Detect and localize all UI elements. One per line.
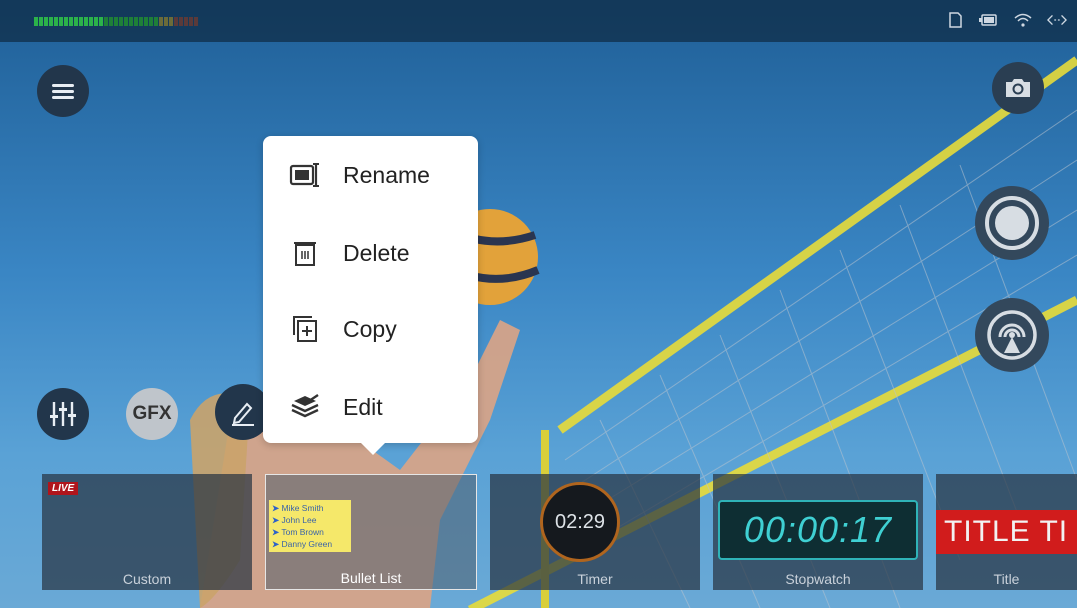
- trash-icon: [288, 238, 322, 268]
- thumbnail-label: Title: [993, 571, 1020, 587]
- meter-segment: [54, 17, 58, 26]
- wifi-icon: [1013, 10, 1033, 30]
- thumbnail-timer[interactable]: 02:29 Timer: [490, 474, 700, 590]
- meter-segment: [44, 17, 48, 26]
- meter-segment: [99, 17, 103, 26]
- timer-preview: 02:29: [540, 482, 620, 562]
- context-menu: Rename Delete Copy Edit: [263, 136, 478, 455]
- meter-segment: [59, 17, 63, 26]
- thumbnail-bullet-list[interactable]: ➤ Mike Smith ➤ John Lee ➤ Tom Brown ➤ Da…: [265, 474, 477, 590]
- meter-segment: [74, 17, 78, 26]
- meter-segment: [189, 17, 193, 26]
- record-button[interactable]: [975, 186, 1049, 260]
- meter-segment: [104, 17, 108, 26]
- meter-segment: [194, 17, 198, 26]
- record-icon: [985, 196, 1039, 250]
- meter-segment: [179, 17, 183, 26]
- title-preview: TITLE TI: [936, 510, 1077, 554]
- edit-layers-icon: [288, 392, 322, 422]
- meter-segment: [159, 17, 163, 26]
- menu-item-label: Edit: [343, 393, 383, 420]
- thumbnail-label: Stopwatch: [785, 571, 851, 587]
- meter-segment: [69, 17, 73, 26]
- meter-segment: [79, 17, 83, 26]
- thumbnail-label: Custom: [122, 571, 172, 587]
- meter-segment: [139, 17, 143, 26]
- bullet-item: ➤ Tom Brown: [272, 527, 324, 537]
- thumbnail-label: Timer: [577, 571, 613, 587]
- meter-segment: [84, 17, 88, 26]
- meter-segment: [109, 17, 113, 26]
- pencil-icon: [232, 402, 254, 426]
- thumbnail-title[interactable]: TITLE TI Title: [936, 474, 1077, 590]
- gfx-label: GFX: [132, 403, 172, 424]
- menu-item-edit[interactable]: Edit: [263, 377, 478, 437]
- menu-item-copy[interactable]: Copy: [263, 299, 478, 359]
- title-preview-text: TITLE TI: [944, 515, 1069, 548]
- copy-icon: [288, 314, 322, 344]
- status-icons: [945, 10, 1067, 30]
- thumbnail-custom[interactable]: LIVE Custom: [42, 474, 252, 590]
- rename-icon: [288, 160, 322, 190]
- menu-item-label: Delete: [343, 239, 410, 266]
- snapshot-button[interactable]: [992, 62, 1044, 114]
- meter-segment: [184, 17, 188, 26]
- stream-button[interactable]: [975, 298, 1049, 372]
- gfx-button[interactable]: GFX: [126, 388, 178, 440]
- menu-item-delete[interactable]: Delete: [263, 223, 478, 283]
- meter-segment: [144, 17, 148, 26]
- bullet-item: ➤ Mike Smith: [272, 503, 324, 513]
- broadcast-icon: [987, 310, 1037, 360]
- bullet-list-preview: ➤ Mike Smith ➤ John Lee ➤ Tom Brown ➤ Da…: [269, 500, 351, 552]
- thumbnail-stopwatch[interactable]: 00:00:17 Stopwatch: [713, 474, 923, 590]
- connection-icon: [1047, 10, 1067, 30]
- menu-button[interactable]: [37, 65, 89, 117]
- meter-segment: [89, 17, 93, 26]
- meter-segment: [174, 17, 178, 26]
- sliders-icon: [50, 402, 76, 426]
- meter-segment: [154, 17, 158, 26]
- audio-mixer-button[interactable]: [37, 388, 89, 440]
- meter-segment: [134, 17, 138, 26]
- audio-level-meter: [34, 17, 199, 26]
- timer-value: 02:29: [554, 510, 606, 533]
- camera-icon: [1006, 79, 1030, 97]
- meter-segment: [114, 17, 118, 26]
- meter-segment: [149, 17, 153, 26]
- menu-item-label: Copy: [343, 315, 397, 342]
- bullet-item: ➤ Danny Green: [272, 539, 333, 549]
- thumbnail-label: Bullet List: [340, 570, 402, 586]
- meter-segment: [34, 17, 38, 26]
- camera-preview: GFX Rename Delete Copy Edit LIVE Custom …: [0, 0, 1077, 608]
- meter-segment: [169, 17, 173, 26]
- stopwatch-preview: 00:00:17: [718, 500, 918, 560]
- meter-segment: [64, 17, 68, 26]
- meter-segment: [39, 17, 43, 26]
- battery-icon: [979, 10, 999, 30]
- status-bar: [0, 0, 1077, 42]
- stopwatch-value: 00:00:17: [743, 509, 893, 550]
- menu-item-label: Rename: [343, 161, 430, 188]
- meter-segment: [124, 17, 128, 26]
- live-badge: LIVE: [48, 482, 79, 495]
- bullet-item: ➤ John Lee: [272, 515, 317, 525]
- menu-item-rename[interactable]: Rename: [263, 145, 478, 205]
- meter-segment: [49, 17, 53, 26]
- hamburger-icon: [52, 81, 74, 102]
- meter-segment: [94, 17, 98, 26]
- meter-segment: [129, 17, 133, 26]
- meter-segment: [119, 17, 123, 26]
- sd-card-icon: [945, 10, 965, 30]
- meter-segment: [164, 17, 168, 26]
